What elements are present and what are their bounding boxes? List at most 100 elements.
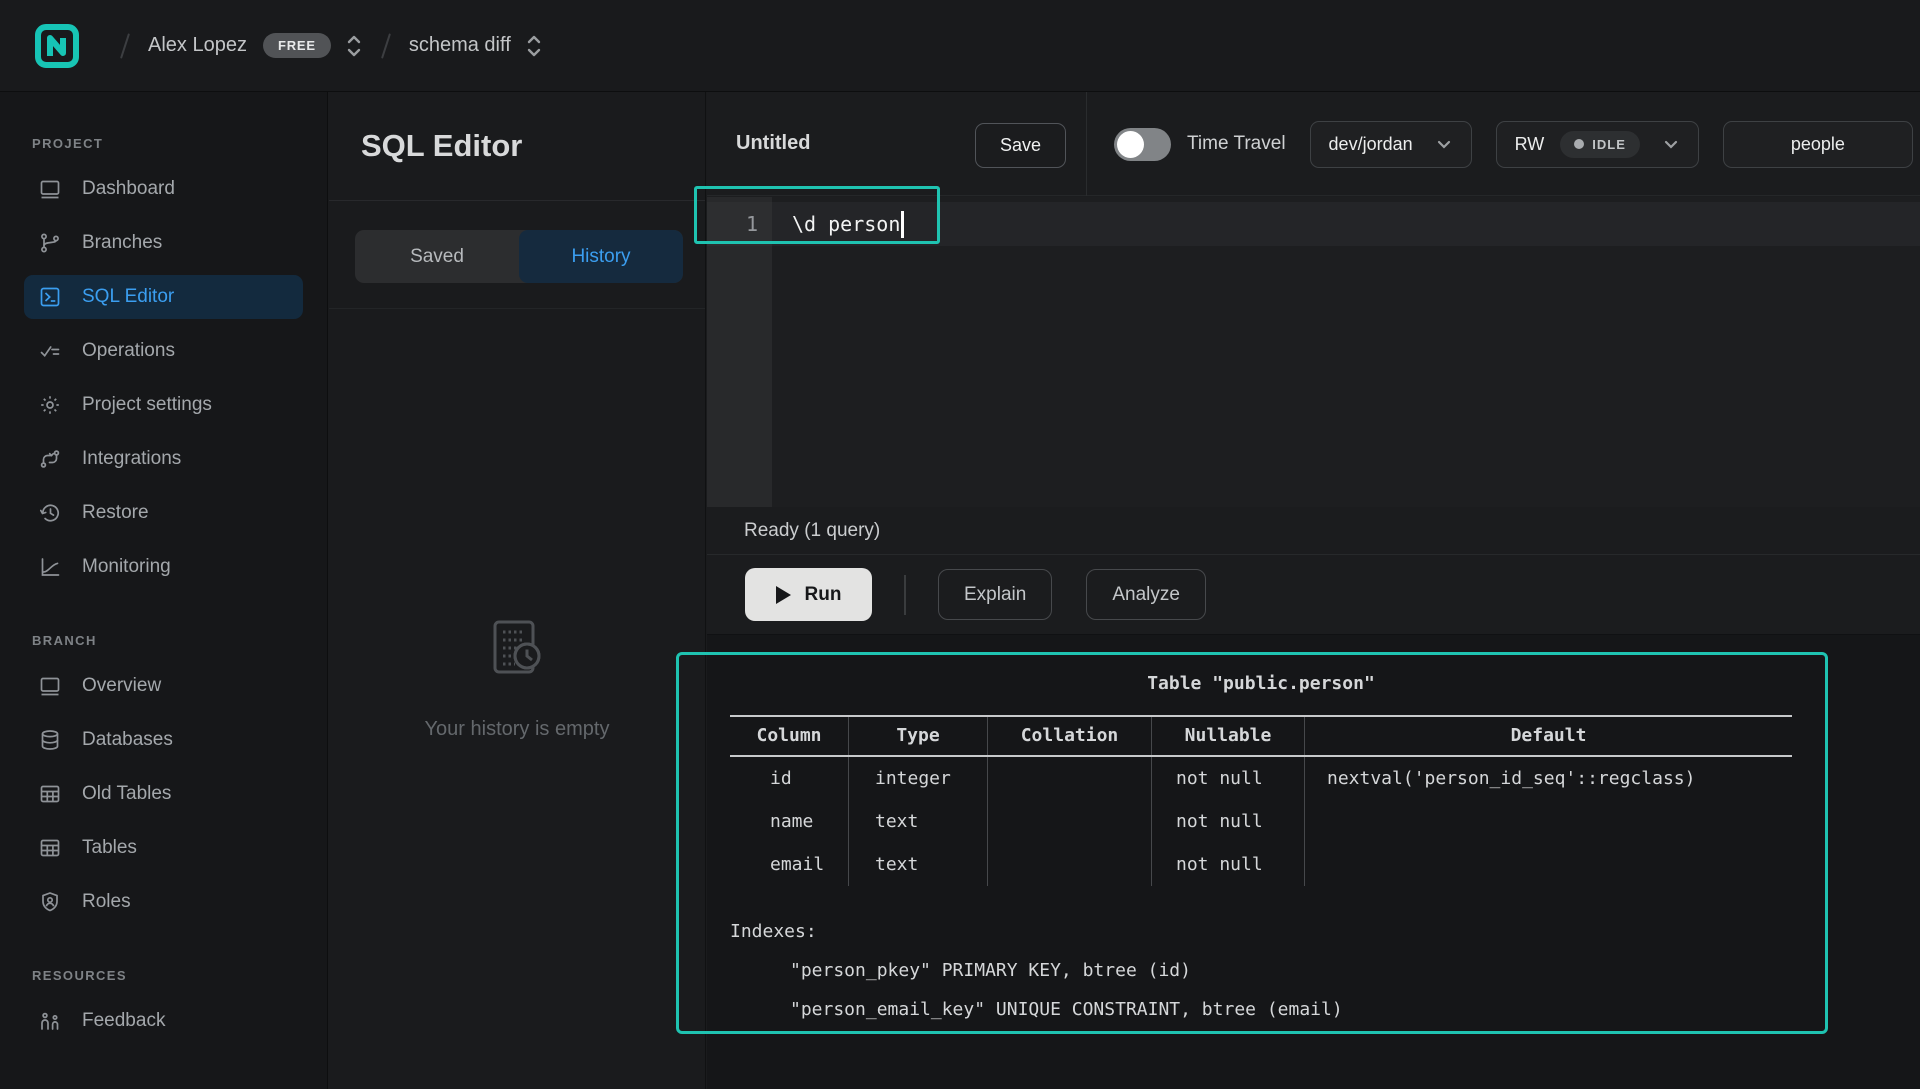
toggle-knob [1117, 131, 1144, 158]
breadcrumb-slash [381, 33, 391, 58]
branch-select-value: dev/jordan [1329, 134, 1413, 155]
explain-button[interactable]: Explain [938, 569, 1052, 620]
query-results: Table "public.person" Column Type Collat… [707, 635, 1920, 1089]
sidebar-item-integrations[interactable]: Integrations [24, 437, 303, 481]
result-table-title: Table "public.person" [730, 673, 1792, 694]
restore-clock-icon [38, 501, 62, 525]
breadcrumb-project[interactable]: schema diff [409, 34, 511, 57]
operations-icon [38, 339, 62, 363]
neon-logo-icon[interactable] [34, 23, 80, 69]
sidebar-item-operations[interactable]: Operations [24, 329, 303, 373]
sidebar-item-old-tables[interactable]: Old Tables [24, 772, 303, 816]
sidebar-item-label: Operations [82, 340, 175, 362]
database-select-value: people [1791, 134, 1845, 155]
index-line: "person_pkey" PRIMARY KEY, btree (id) [730, 951, 1792, 990]
table-cell: name [730, 800, 849, 843]
table-cell: not null [1152, 800, 1305, 843]
query-title[interactable]: Untitled [736, 132, 810, 155]
save-button[interactable]: Save [975, 123, 1066, 168]
sidebar-item-label: Integrations [82, 448, 181, 470]
col-header: Type [849, 717, 988, 755]
psql-output: Table "public.person" Column Type Collat… [730, 673, 1792, 1029]
table-cell [1305, 800, 1792, 843]
col-header: Nullable [1152, 717, 1305, 755]
analyze-button[interactable]: Analyze [1086, 569, 1206, 620]
sidebar-item-label: Dashboard [82, 178, 175, 200]
sidebar-item-restore[interactable]: Restore [24, 491, 303, 535]
history-empty-state: Your history is empty [329, 612, 705, 741]
sql-editor-icon [38, 285, 62, 309]
connection-controls: Time Travel dev/jordan RW IDLE [1087, 92, 1920, 196]
top-bar: Alex Lopez FREE schema diff [0, 0, 1920, 92]
annotation-box-editor [694, 186, 940, 244]
sidebar-item-label: Project settings [82, 394, 212, 416]
page-title: SQL Editor [361, 128, 522, 164]
table-cell [988, 800, 1152, 843]
table-cell [988, 757, 1152, 800]
sidebar-item-project-settings[interactable]: Project settings [24, 383, 303, 427]
sidebar-item-label: Roles [82, 891, 131, 913]
sidebar-item-label: Branches [82, 232, 162, 254]
sidebar-item-label: Old Tables [82, 783, 171, 805]
sidebar-item-tables[interactable]: Tables [24, 826, 303, 870]
roles-shield-icon [38, 890, 62, 914]
overview-icon [38, 674, 62, 698]
sidebar-item-label: Feedback [82, 1010, 165, 1032]
sidebar-item-sql-editor[interactable]: SQL Editor [24, 275, 303, 319]
table-cell: id [730, 757, 849, 800]
sidebar-item-databases[interactable]: Databases [24, 718, 303, 762]
sidebar-item-dashboard[interactable]: Dashboard [24, 167, 303, 211]
integrations-icon [38, 447, 62, 471]
table-cell: text [849, 800, 988, 843]
feedback-people-icon [38, 1009, 62, 1033]
breadcrumb-user[interactable]: Alex Lopez [148, 34, 247, 57]
branch-select[interactable]: dev/jordan [1310, 121, 1472, 168]
sql-editor-list-panel: SQL Editor Saved History Your history is… [329, 92, 706, 1089]
monitoring-chart-icon [38, 555, 62, 579]
query-header: Untitled Save Time Travel dev/jordan RW [707, 92, 1920, 196]
gear-icon [38, 393, 62, 417]
sidebar-item-feedback[interactable]: Feedback [24, 999, 303, 1043]
result-indexes: Indexes: "person_pkey" PRIMARY KEY, btre… [730, 912, 1792, 1029]
chevron-down-icon [1662, 135, 1680, 153]
tab-saved[interactable]: Saved [355, 230, 519, 283]
play-icon [776, 586, 791, 604]
table-cell [988, 843, 1152, 886]
col-header: Collation [988, 717, 1152, 755]
endpoint-select-value: RW [1515, 134, 1545, 155]
sidebar-item-monitoring[interactable]: Monitoring [24, 545, 303, 589]
sidebar-item-roles[interactable]: Roles [24, 880, 303, 924]
dashboard-icon [38, 177, 62, 201]
tab-history[interactable]: History [519, 230, 683, 283]
plan-badge: FREE [263, 33, 331, 58]
sidebar-item-label: Monitoring [82, 556, 171, 578]
time-travel-toggle[interactable] [1114, 128, 1171, 161]
branches-icon [38, 231, 62, 255]
database-icon [38, 728, 62, 752]
endpoint-status-badge: IDLE [1560, 131, 1640, 158]
app-screen: Alex Lopez FREE schema diff PROJECT Dash… [0, 0, 1920, 1089]
endpoint-select[interactable]: RW IDLE [1496, 121, 1699, 168]
table-cell [1305, 843, 1792, 886]
sidebar-item-branches[interactable]: Branches [24, 221, 303, 265]
sidebar-item-overview[interactable]: Overview [24, 664, 303, 708]
sidebar-item-label: Restore [82, 502, 149, 524]
table-cell: not null [1152, 757, 1305, 800]
result-table-body: id integer not null nextval('person_id_s… [730, 757, 1792, 886]
run-button[interactable]: Run [745, 568, 872, 621]
history-empty-text: Your history is empty [329, 718, 705, 741]
index-line: "person_email_key" UNIQUE CONSTRAINT, bt… [730, 990, 1792, 1029]
table-cell: text [849, 843, 988, 886]
database-select[interactable]: people [1723, 121, 1913, 168]
status-dot-icon [1574, 139, 1584, 149]
run-button-label: Run [805, 584, 842, 606]
user-switcher-chevron-icon[interactable] [345, 33, 363, 59]
col-header: Default [1305, 717, 1792, 755]
saved-history-tabs: Saved History [355, 230, 683, 283]
actions-divider [904, 575, 906, 615]
sql-editor-panel-header: SQL Editor [329, 92, 705, 201]
query-status-bar: Ready (1 query) [707, 507, 1920, 555]
table-icon [38, 782, 62, 806]
status-text: Ready (1 query) [744, 520, 880, 542]
project-switcher-chevron-icon[interactable] [525, 33, 543, 59]
